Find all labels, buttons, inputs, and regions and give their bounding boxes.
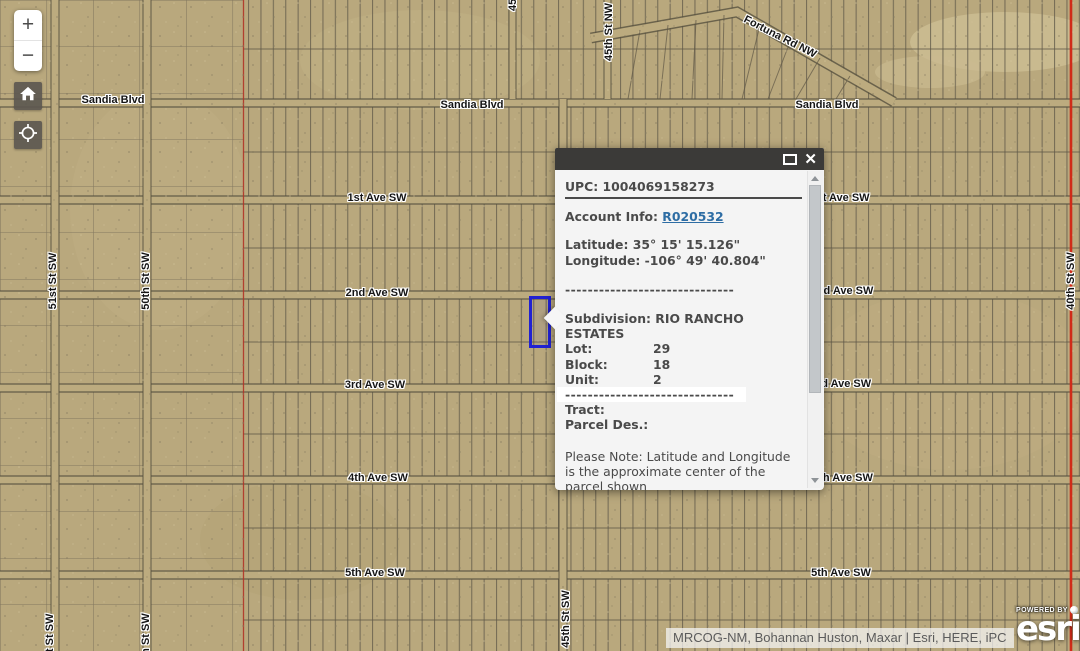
- latitude-label: Latitude:: [565, 237, 628, 252]
- unit-value: 2: [653, 372, 662, 387]
- map-attribution: MRCOG-NM, Bohannan Huston, Maxar | Esri,…: [666, 628, 1014, 648]
- latitude-line: Latitude: 35° 15' 15.126": [565, 237, 802, 252]
- block-value: 18: [653, 357, 670, 372]
- popup-header: ✕: [555, 148, 824, 170]
- subdivision-label: Subdivision:: [565, 311, 651, 326]
- lot-value: 29: [653, 341, 670, 356]
- tract-label: Tract:: [565, 402, 653, 417]
- parcel-des-label: Parcel Des.:: [565, 417, 653, 432]
- map-canvas[interactable]: Sandia BlvdSandia BlvdSandia Blvd1st Ave…: [0, 0, 1080, 651]
- upc-value: 1004069158273: [603, 179, 715, 194]
- close-icon[interactable]: ✕: [804, 150, 817, 168]
- popup-note: Please Note: Latitude and Longitude is t…: [565, 449, 802, 490]
- block-row: Block: 18: [565, 357, 802, 372]
- scroll-down-icon[interactable]: [811, 478, 819, 483]
- lot-label: Lot:: [565, 341, 653, 356]
- popup-scrollbar[interactable]: [807, 171, 823, 488]
- subdivision-line: Subdivision: RIO RANCHO ESTATES: [565, 311, 802, 341]
- longitude-line: Longitude: -106° 49' 40.804": [565, 253, 802, 268]
- dashed-divider-white: ------------------------------: [557, 387, 746, 402]
- zoom-control: + −: [14, 10, 42, 71]
- upc-line: UPC: 1004069158273: [565, 179, 802, 194]
- esri-wordmark: esri: [1016, 614, 1080, 644]
- tract-row: Tract:: [565, 402, 802, 417]
- parcel-info-popup: ✕ UPC: 1004069158273 Account Info: R0205…: [555, 148, 824, 490]
- zoom-in-button[interactable]: +: [14, 10, 42, 41]
- maximize-icon[interactable]: [783, 154, 797, 165]
- unit-row: Unit: 2: [565, 372, 802, 387]
- account-label: Account Info:: [565, 209, 658, 224]
- unit-label: Unit:: [565, 372, 653, 387]
- block-label: Block:: [565, 357, 653, 372]
- account-line: Account Info: R020532: [565, 209, 802, 224]
- zoom-out-button[interactable]: −: [14, 41, 42, 71]
- account-link[interactable]: R020532: [662, 209, 723, 224]
- scroll-thumb[interactable]: [809, 185, 821, 393]
- esri-logo: POWERED BY esri: [1016, 606, 1080, 644]
- longitude-value: -106° 49' 40.804": [645, 253, 766, 268]
- dashed-divider: ------------------------------: [565, 282, 802, 297]
- longitude-label: Longitude:: [565, 253, 640, 268]
- divider-rule: [565, 197, 802, 199]
- locate-button[interactable]: [14, 121, 42, 149]
- lot-row: Lot: 29: [565, 341, 802, 356]
- home-button[interactable]: [14, 82, 42, 110]
- scroll-up-icon[interactable]: [811, 176, 819, 181]
- latitude-value: 35° 15' 15.126": [633, 237, 740, 252]
- parcel-des-row: Parcel Des.:: [565, 417, 802, 432]
- popup-content: UPC: 1004069158273 Account Info: R020532…: [555, 170, 808, 490]
- home-icon: [17, 83, 39, 110]
- locate-icon: [16, 121, 40, 150]
- upc-label: UPC:: [565, 179, 598, 194]
